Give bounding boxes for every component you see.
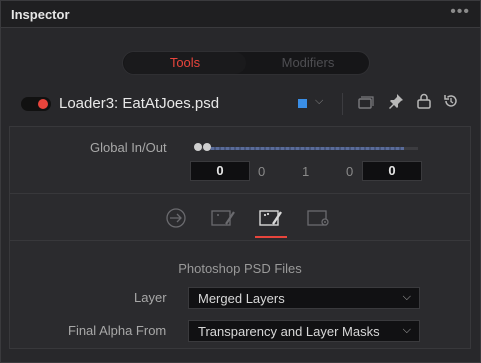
range-min-label: 0 [258,164,266,179]
tab-bar: Tools Modifiers [1,29,480,85]
final-alpha-value: Transparency and Layer Masks [198,324,380,339]
tool-name: Loader3: EatAtJoes.psd [59,95,220,112]
psd-section: Photoshop PSD Files Layer Merged Layers … [9,194,471,349]
panel-menu-icon[interactable]: ••• [450,3,470,21]
active-tab-indicator [255,236,287,238]
range-out-handle[interactable] [203,143,211,151]
layer-value: Merged Layers [198,291,285,306]
final-alpha-label: Final Alpha From [68,323,167,338]
inspector-panel: Inspector ••• Tools Modifiers Loader3: E… [0,0,481,363]
tab-tools[interactable]: Tools [124,52,246,74]
image-icon[interactable] [210,206,236,230]
divider [342,93,343,115]
reset-icon[interactable] [442,93,460,115]
chevron-down-icon: ⌵ [402,291,411,303]
control-tab-icons [10,194,470,241]
chevron-down-icon: ⌵ [402,324,411,336]
chevron-down-icon[interactable]: ⌵ [315,95,323,108]
pin-icon[interactable] [387,93,405,115]
color-swatch[interactable] [298,99,307,108]
input-icon[interactable] [163,206,189,230]
panel-title: Inspector [11,7,70,22]
range-max-label: 0 [346,164,354,179]
range-mid-label: 1 [302,164,310,179]
lock-icon[interactable] [415,93,433,115]
tool-header: Loader3: EatAtJoes.psd ⌵ [1,85,480,125]
section-title: Photoshop PSD Files [178,261,302,276]
range-in-handle[interactable] [194,143,202,151]
settings-icon[interactable] [306,206,332,230]
global-out-field[interactable]: 0 [362,161,422,181]
tab-modifiers[interactable]: Modifiers [247,52,369,74]
tab-switch: Tools Modifiers [122,51,370,75]
final-alpha-dropdown[interactable]: Transparency and Layer Masks ⌵ [188,320,420,342]
global-inout-range[interactable] [198,147,418,150]
global-inout-label: Global In/Out [90,140,167,155]
toggle-knob [38,99,48,109]
title-bar: Inspector ••• [1,1,480,28]
layer-dropdown[interactable]: Merged Layers ⌵ [188,287,420,309]
global-inout-section: Global In/Out 0 0 1 0 0 [9,126,471,194]
layer-label: Layer [134,290,167,305]
range-fill [206,147,404,150]
layer-icon[interactable] [258,206,284,230]
version-icon[interactable] [357,93,375,115]
tool-enable-toggle[interactable] [21,97,51,111]
global-in-field[interactable]: 0 [190,161,250,181]
